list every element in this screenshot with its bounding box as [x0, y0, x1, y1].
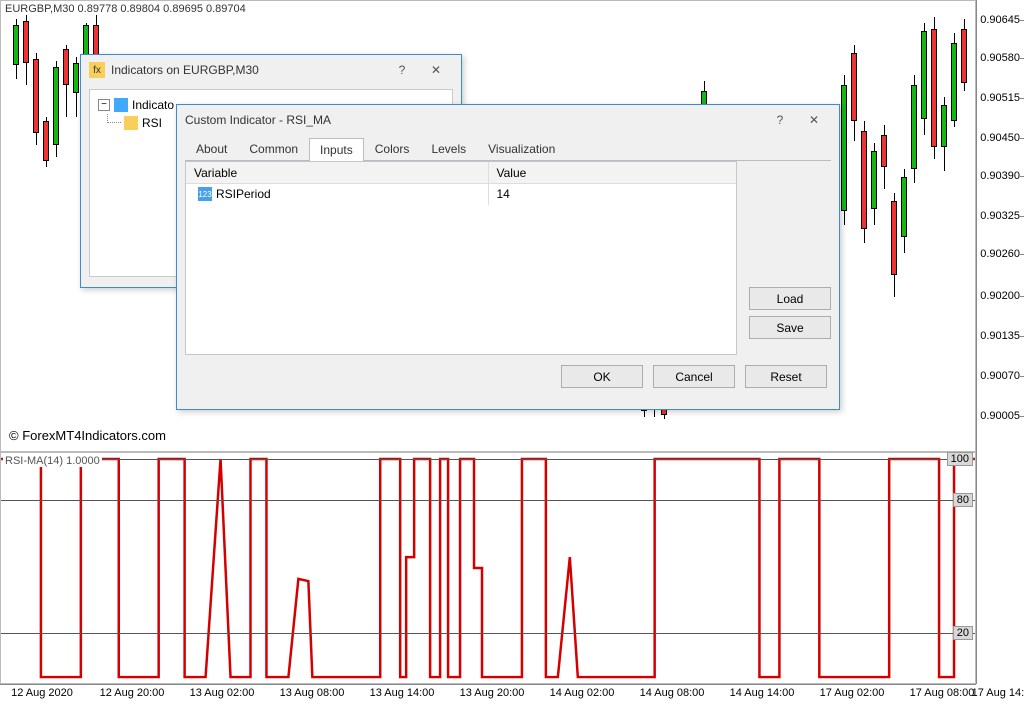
custom-indicator-dialog[interactable]: Custom Indicator - RSI_MA ? ✕ AboutCommo… [176, 104, 840, 410]
time-tick: 14 Aug 02:00 [550, 687, 615, 699]
close-button[interactable]: ✕ [797, 109, 831, 131]
indicator-level: 100 [1, 459, 975, 460]
time-tick: 17 Aug 14:00 [972, 687, 1024, 699]
collapse-icon[interactable]: − [98, 99, 110, 111]
int-icon: 123 [198, 187, 212, 201]
price-tick: 0.90070 [980, 370, 1020, 382]
time-tick: 12 Aug 2020 [11, 687, 73, 699]
time-tick: 13 Aug 14:00 [370, 687, 435, 699]
indicators-dialog-title: Indicators on EURGBP,M30 [111, 63, 259, 77]
chart-icon [114, 98, 128, 112]
cancel-button[interactable]: Cancel [653, 365, 735, 388]
chart-watermark: © ForexMT4Indicators.com [9, 428, 166, 443]
help-button[interactable]: ? [385, 59, 419, 81]
indicator-pane[interactable]: 100 80 20 RSI-MA(14) 1.0000 [0, 452, 976, 684]
time-tick: 13 Aug 02:00 [190, 687, 255, 699]
indicators-dialog-titlebar[interactable]: fx Indicators on EURGBP,M30 ? ✕ [81, 55, 461, 85]
inputs-grid[interactable]: Variable Value 123 RSIPeriod 14 [185, 161, 737, 355]
price-tick: 0.90325 [980, 210, 1020, 222]
time-tick: 13 Aug 08:00 [280, 687, 345, 699]
var-name: RSIPeriod [216, 187, 271, 201]
inputs-grid-header: Variable Value [186, 162, 736, 184]
tree-root-label: Indicato [132, 98, 174, 112]
tab-common[interactable]: Common [238, 137, 309, 160]
indicator-level-label: 80 [953, 493, 973, 507]
indicator-level: 20 [1, 633, 975, 634]
time-tick: 14 Aug 14:00 [730, 687, 795, 699]
time-tick: 12 Aug 20:00 [100, 687, 165, 699]
price-axis: 0.90645 0.90580 0.90515 0.90450 0.90390 0.903… [976, 0, 1024, 452]
indicator-level: 80 [1, 500, 975, 501]
time-tick: 17 Aug 02:00 [820, 687, 885, 699]
tab-levels[interactable]: Levels [420, 137, 477, 160]
tab-colors[interactable]: Colors [364, 137, 421, 160]
time-tick: 17 Aug 08:00 [910, 687, 975, 699]
price-tick: 0.90005 [980, 410, 1020, 422]
price-tick: 0.90450 [980, 132, 1020, 144]
rsi-ma-line [1, 453, 975, 683]
tab-inputs[interactable]: Inputs [309, 138, 364, 161]
time-axis: 12 Aug 2020 12 Aug 20:00 13 Aug 02:00 13 Au… [0, 684, 976, 704]
col-value: Value [489, 162, 737, 183]
price-tick: 0.90580 [980, 52, 1020, 64]
ok-button[interactable]: OK [561, 365, 643, 388]
indicators-dialog-icon: fx [89, 62, 105, 78]
tab-strip: AboutCommonInputsColorsLevelsVisualizati… [185, 137, 831, 161]
inputs-grid-row[interactable]: 123 RSIPeriod 14 [186, 184, 736, 204]
col-variable: Variable [186, 162, 489, 183]
time-tick: 13 Aug 20:00 [460, 687, 525, 699]
reset-button[interactable]: Reset [745, 365, 827, 388]
price-tick: 0.90645 [980, 14, 1020, 26]
custom-indicator-title: Custom Indicator - RSI_MA [185, 113, 331, 127]
price-tick: 0.90390 [980, 170, 1020, 182]
var-value[interactable]: 14 [489, 183, 737, 205]
tab-about[interactable]: About [185, 137, 238, 160]
close-button[interactable]: ✕ [419, 59, 453, 81]
indicator-axis [976, 452, 1024, 684]
help-button[interactable]: ? [763, 109, 797, 131]
load-button[interactable]: Load [749, 287, 831, 310]
tree-item-label: RSI [142, 116, 162, 130]
price-tick: 0.90260 [980, 248, 1020, 260]
indicator-level-label: 20 [953, 626, 973, 640]
custom-indicator-titlebar[interactable]: Custom Indicator - RSI_MA ? ✕ [177, 105, 839, 135]
tab-visualization[interactable]: Visualization [477, 137, 566, 160]
indicator-level-label: 100 [947, 452, 973, 466]
indicator-icon [124, 116, 138, 130]
time-tick: 14 Aug 08:00 [640, 687, 705, 699]
price-tick: 0.90200 [980, 290, 1020, 302]
save-button[interactable]: Save [749, 316, 831, 339]
price-tick: 0.90515 [980, 92, 1020, 104]
price-tick: 0.90135 [980, 330, 1020, 342]
indicator-label: RSI-MA(14) 1.0000 [3, 455, 102, 467]
